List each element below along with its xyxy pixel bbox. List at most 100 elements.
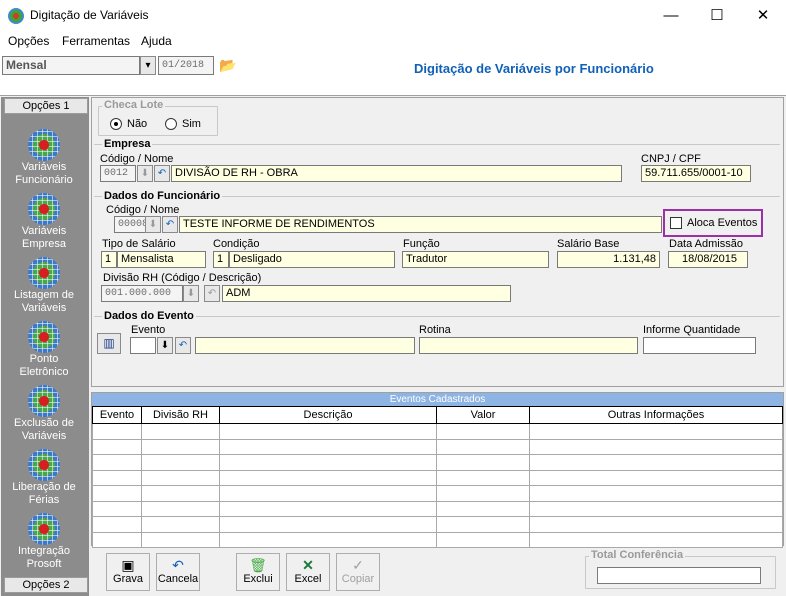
maximize-button[interactable]: ☐ (694, 0, 740, 31)
condicao-code[interactable]: 1 (213, 251, 229, 268)
sidebar-item-ponto[interactable]: Ponto Eletrônico (4, 321, 84, 383)
variaveis-funcionario-icon (28, 129, 60, 161)
total-title: Total Conferência (589, 549, 686, 561)
quantidade-label: Informe Quantidade (643, 324, 741, 336)
menu-opcoes[interactable]: Opções (8, 34, 49, 48)
aloca-checkbox[interactable] (670, 217, 682, 229)
excel-icon: ✕ (302, 557, 314, 573)
ponto-icon (28, 321, 60, 353)
download-icon[interactable]: ⬇ (157, 337, 173, 354)
undo-icon[interactable]: ↶ (175, 337, 191, 354)
undo-icon[interactable]: ↶ (154, 165, 170, 182)
radio-nao-label: Não (127, 118, 148, 130)
quantidade-field[interactable] (643, 337, 756, 354)
salario-base-field[interactable]: 1.131,48 (557, 251, 660, 268)
col-descricao[interactable]: Descrição (219, 406, 437, 424)
condicao-label: Condição (213, 238, 260, 250)
data-admissao-field[interactable]: 18/08/2015 (668, 251, 748, 268)
evento-code-field[interactable] (130, 337, 156, 354)
data-admissao-label: Data Admissão (669, 238, 743, 250)
book-icon[interactable]: ▥ (97, 333, 121, 354)
empresa-title: Empresa (102, 138, 153, 150)
divisao-code-field[interactable]: 001.000.000 (101, 285, 183, 302)
folder-icon[interactable]: 📂 (218, 56, 238, 75)
divisao-label: Divisão RH (Código / Descrição) (103, 272, 262, 284)
empresa-codigo-label: Código / Nome (100, 153, 174, 165)
excel-button[interactable]: ✕ Excel (286, 553, 330, 591)
close-button[interactable]: ✕ (740, 0, 786, 31)
cancela-button[interactable]: ↶ Cancela (156, 553, 200, 591)
grava-button[interactable]: ▣ Grava (106, 553, 150, 591)
chevron-down-icon[interactable]: ▾ (140, 56, 156, 75)
tipo-salario-label: Tipo de Salário (102, 238, 176, 250)
table-row[interactable] (92, 423, 783, 440)
table-row[interactable] (92, 531, 783, 548)
rotina-field[interactable] (419, 337, 638, 354)
condicao-field[interactable]: Desligado (229, 251, 395, 268)
table-row[interactable] (92, 516, 783, 533)
cnpj-field[interactable]: 59.711.655/0001-10 (641, 165, 751, 182)
tipo-salario-field[interactable]: Mensalista (117, 251, 206, 268)
sidebar-item-listagem[interactable]: Listagem de Variáveis (4, 257, 84, 319)
funcionario-codigo-label: Código / Nome (106, 204, 180, 216)
check-icon: ✓ (352, 557, 364, 573)
download-icon[interactable]: ⬇ (137, 165, 153, 182)
period-select[interactable]: Mensal (2, 56, 140, 75)
sidebar-item-exclusao[interactable]: Exclusão de Variáveis (4, 385, 84, 447)
integracao-icon (28, 513, 60, 545)
checa-lote-title: Checa Lote (102, 99, 166, 111)
menu-ferramentas[interactable]: Ferramentas (62, 34, 130, 48)
col-valor[interactable]: Valor (436, 406, 530, 424)
col-evento[interactable]: Evento (92, 406, 142, 424)
funcionario-nome-field[interactable]: TESTE INFORME DE RENDIMENTOS (179, 216, 662, 233)
table-row[interactable] (92, 485, 783, 502)
download-icon[interactable]: ⬇ (183, 285, 199, 302)
radio-nao[interactable] (110, 118, 122, 130)
tab-opcoes-1[interactable]: Opções 1 (4, 98, 88, 114)
cnpj-label: CNPJ / CPF (641, 153, 701, 165)
exclusao-icon (28, 385, 60, 417)
table-row[interactable] (92, 469, 783, 486)
listagem-icon (28, 257, 60, 289)
sidebar-item-variaveis-empresa[interactable]: Variáveis Empresa (4, 193, 84, 255)
funcionario-title: Dados do Funcionário (102, 190, 223, 202)
funcao-label: Função (403, 238, 440, 250)
aloca-label: Aloca Eventos (687, 217, 758, 229)
radio-sim-label: Sim (182, 118, 201, 130)
tab-opcoes-2[interactable]: Opções 2 (4, 577, 88, 593)
table-row[interactable] (92, 500, 783, 517)
window-title: Digitação de Variáveis (30, 8, 149, 22)
minimize-button[interactable]: — (648, 0, 694, 31)
period-date-field[interactable]: 01/2018 (158, 56, 214, 75)
empresa-nome-field[interactable]: DIVISÃO DE RH - OBRA (171, 165, 622, 182)
funcao-field[interactable]: Tradutor (402, 251, 549, 268)
empresa-codigo-field[interactable]: 0012 (100, 165, 136, 182)
trash-icon: 🗑 (249, 557, 267, 573)
table-row[interactable] (92, 438, 783, 455)
sidebar-item-integracao[interactable]: Integração Prosoft (4, 513, 84, 575)
evento-label: Evento (131, 324, 166, 336)
undo-icon[interactable]: ↶ (204, 285, 220, 302)
exclui-button[interactable]: 🗑 Exclui (236, 553, 280, 591)
page-title: Digitação de Variáveis por Funcionário (414, 61, 654, 76)
menu-ajuda[interactable]: Ajuda (141, 34, 172, 48)
eventos-title: Eventos Cadastrados (92, 393, 783, 406)
col-divisao[interactable]: Divisão RH (141, 406, 220, 424)
download-icon[interactable]: ⬇ (145, 216, 161, 233)
variaveis-empresa-icon (28, 193, 60, 225)
eventos-table[interactable]: Evento Divisão RH Descrição Valor Outras… (92, 406, 783, 548)
ferias-icon (28, 449, 60, 481)
save-icon: ▣ (121, 557, 135, 573)
col-outras[interactable]: Outras Informações (529, 406, 783, 424)
sidebar-item-variaveis-funcionario[interactable]: Variáveis Funcionário (4, 129, 84, 191)
table-row[interactable] (92, 454, 783, 471)
evento-descricao-field[interactable] (195, 337, 415, 354)
radio-sim[interactable] (165, 118, 177, 130)
sidebar-item-ferias[interactable]: Liberação de Férias (4, 449, 84, 511)
divisao-field[interactable]: ADM (222, 285, 511, 302)
total-field[interactable] (597, 567, 761, 584)
tipo-salario-code[interactable]: 1 (101, 251, 117, 268)
undo-icon[interactable]: ↶ (162, 216, 178, 233)
salario-base-label: Salário Base (557, 238, 620, 250)
copiar-button[interactable]: ✓ Copiar (336, 553, 380, 591)
